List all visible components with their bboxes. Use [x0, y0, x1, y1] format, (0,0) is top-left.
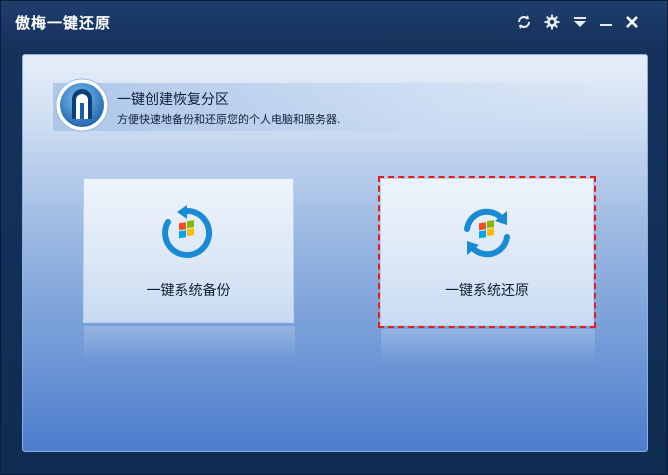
- system-restore-button[interactable]: 一键系统还原: [378, 176, 596, 365]
- gear-icon[interactable]: [541, 11, 563, 33]
- backup-icon: [162, 205, 213, 258]
- title-bar[interactable]: 傲梅一键还原: [1, 1, 668, 45]
- menu-icon[interactable]: [569, 11, 591, 33]
- close-icon[interactable]: [621, 11, 643, 33]
- window-title: 傲梅一键还原: [15, 14, 112, 32]
- card-label: 一键系统还原: [445, 283, 529, 299]
- minimize-icon[interactable]: [595, 11, 617, 33]
- card-reflection: [381, 329, 595, 365]
- app-window: 傲梅一键还原 一键创建恢复分区 方便快速地备份和还原您的个人电脑和服务器. 一键…: [0, 0, 668, 475]
- refresh-icon[interactable]: [513, 11, 535, 33]
- card-label: 一键系统备份: [146, 283, 231, 299]
- app-logo-icon: [55, 78, 109, 132]
- banner-title: 一键创建恢复分区: [117, 92, 229, 108]
- card-reflection: [84, 326, 295, 362]
- system-backup-button[interactable]: 一键系统备份: [83, 178, 295, 362]
- banner-subtitle: 方便快速地备份和还原您的个人电脑和服务器.: [117, 113, 341, 126]
- main-panel: 一键创建恢复分区 方便快速地备份和还原您的个人电脑和服务器. 一键系统备份 一键…: [22, 54, 648, 452]
- restore-icon: [464, 208, 510, 258]
